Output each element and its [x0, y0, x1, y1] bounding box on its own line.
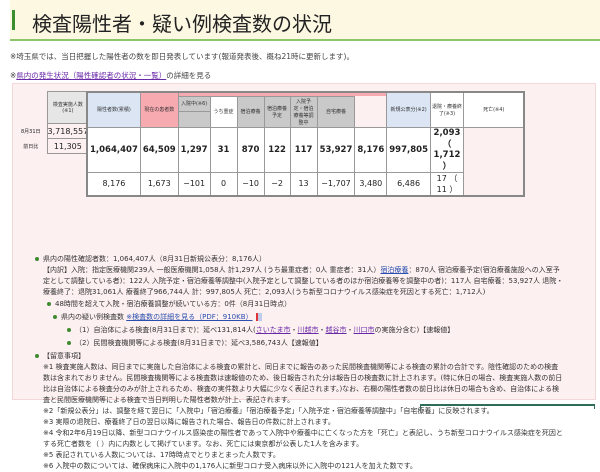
- remarks-heading: 【留意事項】: [43, 352, 85, 360]
- suspected-tests-label: 県内の疑い例検査数: [61, 313, 124, 321]
- cell-home: −1,707: [316, 171, 356, 196]
- header-new: 新規公表分(※2): [386, 91, 431, 128]
- header-home: 自宅療養: [316, 95, 356, 128]
- bullet-icon: [35, 257, 39, 261]
- city-link-kawagoe[interactable]: 川越市: [298, 326, 319, 334]
- cell-positive: 1,064,407: [86, 126, 141, 173]
- municipal-tests-suffix: の実施分含む)【速報値】: [374, 326, 455, 334]
- cell-hospital: −101: [177, 171, 211, 196]
- detail-note: ※県内の発生状況（陽性確認者の状況・一覧）の詳細を見る: [10, 70, 211, 81]
- breakdown-text: ：870人 宿泊療養予定(宿泊療養施設への入室予: [408, 266, 560, 274]
- header-positive: 陽性者数(累積): [86, 91, 141, 128]
- patients-table: 陽性者数(累積) 現在の患者数 新規公表分(※2) 退院・療養終了(※3) 死亡…: [86, 91, 526, 197]
- bullet-icon: [53, 315, 57, 319]
- header-severe: うち重症: [209, 95, 238, 128]
- bullet-icon: [67, 328, 71, 332]
- cell-current: 1,673: [139, 171, 179, 196]
- cell-positive: 8,176: [86, 171, 141, 196]
- bottom-button-edge[interactable]: [420, 404, 595, 409]
- cell-hospital: 1,297: [177, 126, 211, 173]
- remark-line: ※6 入院中の数については、確保病床に入院中の1,176人に新型コロナ受入病床以…: [43, 462, 417, 470]
- table-row: 1,064,407 64,509 1,297 31 870 122 117 53…: [86, 126, 524, 173]
- cell-new: 3,480: [354, 171, 388, 196]
- cell-death: 2,093（ 1,712 ）: [429, 126, 464, 173]
- cell-adjusting: 13: [289, 171, 318, 196]
- remarks-list: ※1 検査実施人数は、同日までに実施した自治体による検査の累計と、同日までに報告…: [43, 362, 563, 472]
- header-adjusting: 入院予定・宿泊療養等調整中: [289, 95, 318, 128]
- waiting-count: 48時間を超えて入院・宿泊療養調整が続いている方：0件（8月31日時点）: [55, 300, 292, 308]
- pdf-icon: [255, 313, 262, 321]
- remark-line: ※4 令和2年6月19日以降、新型コロナウイルス感染症の陽性者であって入院中や療…: [43, 429, 563, 437]
- cell-tests: 11,305: [46, 138, 90, 154]
- page-title: 検査陽性者・疑い例検査数の状況: [32, 12, 332, 36]
- status-panel: 検査実施人数(※1) 8月31日 3,718,557 前日比 11,305 陽性者数…: [12, 83, 596, 470]
- hotel-link[interactable]: 宿泊療養: [380, 266, 408, 274]
- header-discharged: 退院・療養終了(※3): [429, 91, 464, 128]
- cell-severe: 0: [209, 171, 238, 196]
- cell-home: 53,927: [316, 126, 356, 173]
- cell-hotel-plan: −2: [263, 171, 291, 196]
- remark-line: ※1 検査実施人数は、同日までに実施した自治体による検査の累計と、同日までに報告…: [43, 363, 559, 371]
- bullet-icon: [35, 354, 39, 358]
- update-note: ※埼玉県では、当日把握した陽性者の数を即日発表しています(報道発表後、概ね21時…: [10, 52, 354, 61]
- positive-total: 県内の陽性確認者数：1,064,407人（8月31日新規公表分：8,176人）: [43, 255, 267, 263]
- bullet-icon: [67, 341, 71, 345]
- cell-hotel: 870: [236, 126, 265, 173]
- breakdown-text: 療養終了：退院31,061人 療養終了966,744人 計：997,805人 死…: [43, 288, 486, 296]
- row-label: 8月31日: [20, 128, 41, 135]
- header-current: 現在の患者数: [139, 91, 179, 128]
- header-hotel-plan: 宿泊療養予定: [263, 95, 291, 128]
- cell-new: 8,176: [354, 126, 388, 173]
- header-accent-bar: [12, 10, 15, 30]
- tests-table: 検査実施人数(※1) 8月31日 3,718,557 前日比 11,305: [15, 91, 90, 154]
- status-list-link[interactable]: 県内の発生状況（陽性確認者の状況・一覧）: [16, 71, 166, 80]
- private-tests: （2）民間検査機関等による検査(8月31日まで)：延べ3,586,743人【速報…: [75, 339, 323, 347]
- header-hospital: 入院中(※6): [177, 95, 211, 112]
- cell-discharged: 6,486: [386, 171, 431, 196]
- row-label: 前日比: [23, 143, 39, 150]
- remark-line: 数は含まれておりません。民間検査機関等による検査数は速報値のため、後日報告された…: [43, 374, 563, 382]
- cell-severe: 31: [209, 126, 238, 173]
- header-tests: 検査実施人数(※1): [46, 91, 90, 124]
- cell-discharged: 997,805: [386, 126, 431, 173]
- remark-line: ※3 実際の退院日、療養終了日の翌日以降に報告された場合、報告日の件数に計上され…: [43, 418, 335, 426]
- breakdown-text: 【内訳】入院：指定医療機関239人 一般医療機関1,058人 計1,297人 (…: [43, 266, 381, 274]
- city-link-koshigaya[interactable]: 越谷市: [326, 326, 347, 334]
- cell-hotel-plan: 122: [263, 126, 291, 173]
- remark-line: する死亡者数を（ ）内に内数として掲げています。なお、死亡には東京都が公表した1…: [43, 440, 364, 448]
- cell-tests: 3,718,557: [46, 123, 90, 139]
- breakdown-text: 定として調整している者)：122人 入院予定・宿泊療養等調整中(入院予定として調…: [43, 277, 564, 285]
- cell-hotel: −10: [236, 171, 265, 196]
- city-link-saitama[interactable]: さいたま市: [256, 326, 291, 334]
- remark-line: ※5 表記されている人数については、17時時点でとりまとまった人数です。: [43, 451, 280, 459]
- remark-line: 比は自治体による検査分のみが計上されるため、検査の実件数より大幅に少なく表記され…: [43, 385, 559, 393]
- cell-current: 64,509: [139, 126, 179, 173]
- bullet-icon: [47, 302, 51, 306]
- pdf-link[interactable]: ※検査数の詳細を見る（PDF：910KB）: [126, 313, 252, 321]
- municipal-tests: （1）自治体による検査(8月31日まで)：延べ131,814人(: [75, 326, 256, 334]
- header-hotel: 宿泊療養: [236, 95, 265, 128]
- table-row: 8,176 1,673 −101 0 −10 −2 13 −1,707 3,48…: [86, 171, 524, 196]
- page-header: 検査陽性者・疑い例検査数の状況: [10, 0, 600, 41]
- cell-adjusting: 117: [289, 126, 318, 173]
- header-death: 死亡(※4): [462, 91, 525, 128]
- city-link-kawaguchi[interactable]: 川口市: [354, 326, 375, 334]
- cell-death: 17 （ 11 ）: [429, 171, 464, 196]
- note-suffix: の詳細を見る: [166, 71, 212, 80]
